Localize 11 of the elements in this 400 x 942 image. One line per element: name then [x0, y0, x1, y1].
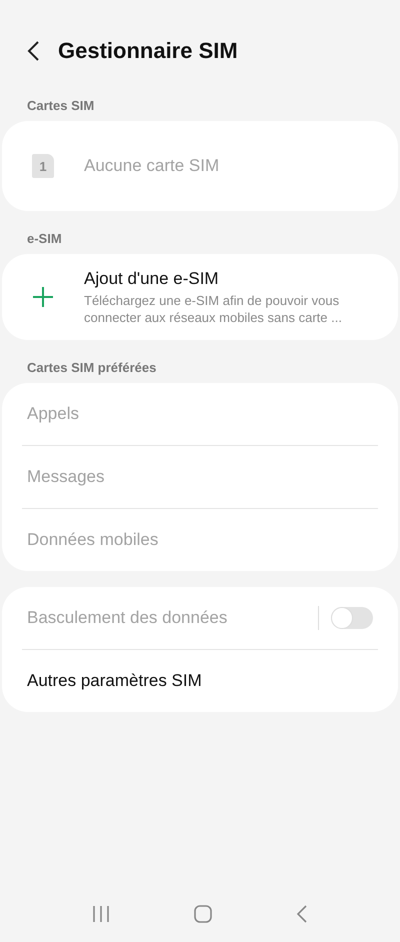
setting-item[interactable]: Autres paramètres SIM — [27, 671, 202, 691]
sim-card-status: Aucune carte SIM — [84, 156, 220, 176]
sim-slot-number: 1 — [39, 158, 47, 174]
section-label: Cartes SIM — [26, 98, 96, 113]
add-esim-item[interactable]: Ajout d'une e-SIM Téléchargez une e-SIM afin de pouvoir vous connecter aux réseaux mobiles sans carte ... — [84, 268, 373, 326]
page-title: Gestionnaire SIM — [58, 38, 238, 64]
section-label: e-SIM — [26, 231, 63, 246]
section-label: Cartes SIM préférées — [26, 360, 158, 375]
plus-icon — [32, 286, 54, 308]
back-button[interactable] — [26, 40, 40, 62]
setting-label: Basculement des données — [27, 608, 228, 628]
